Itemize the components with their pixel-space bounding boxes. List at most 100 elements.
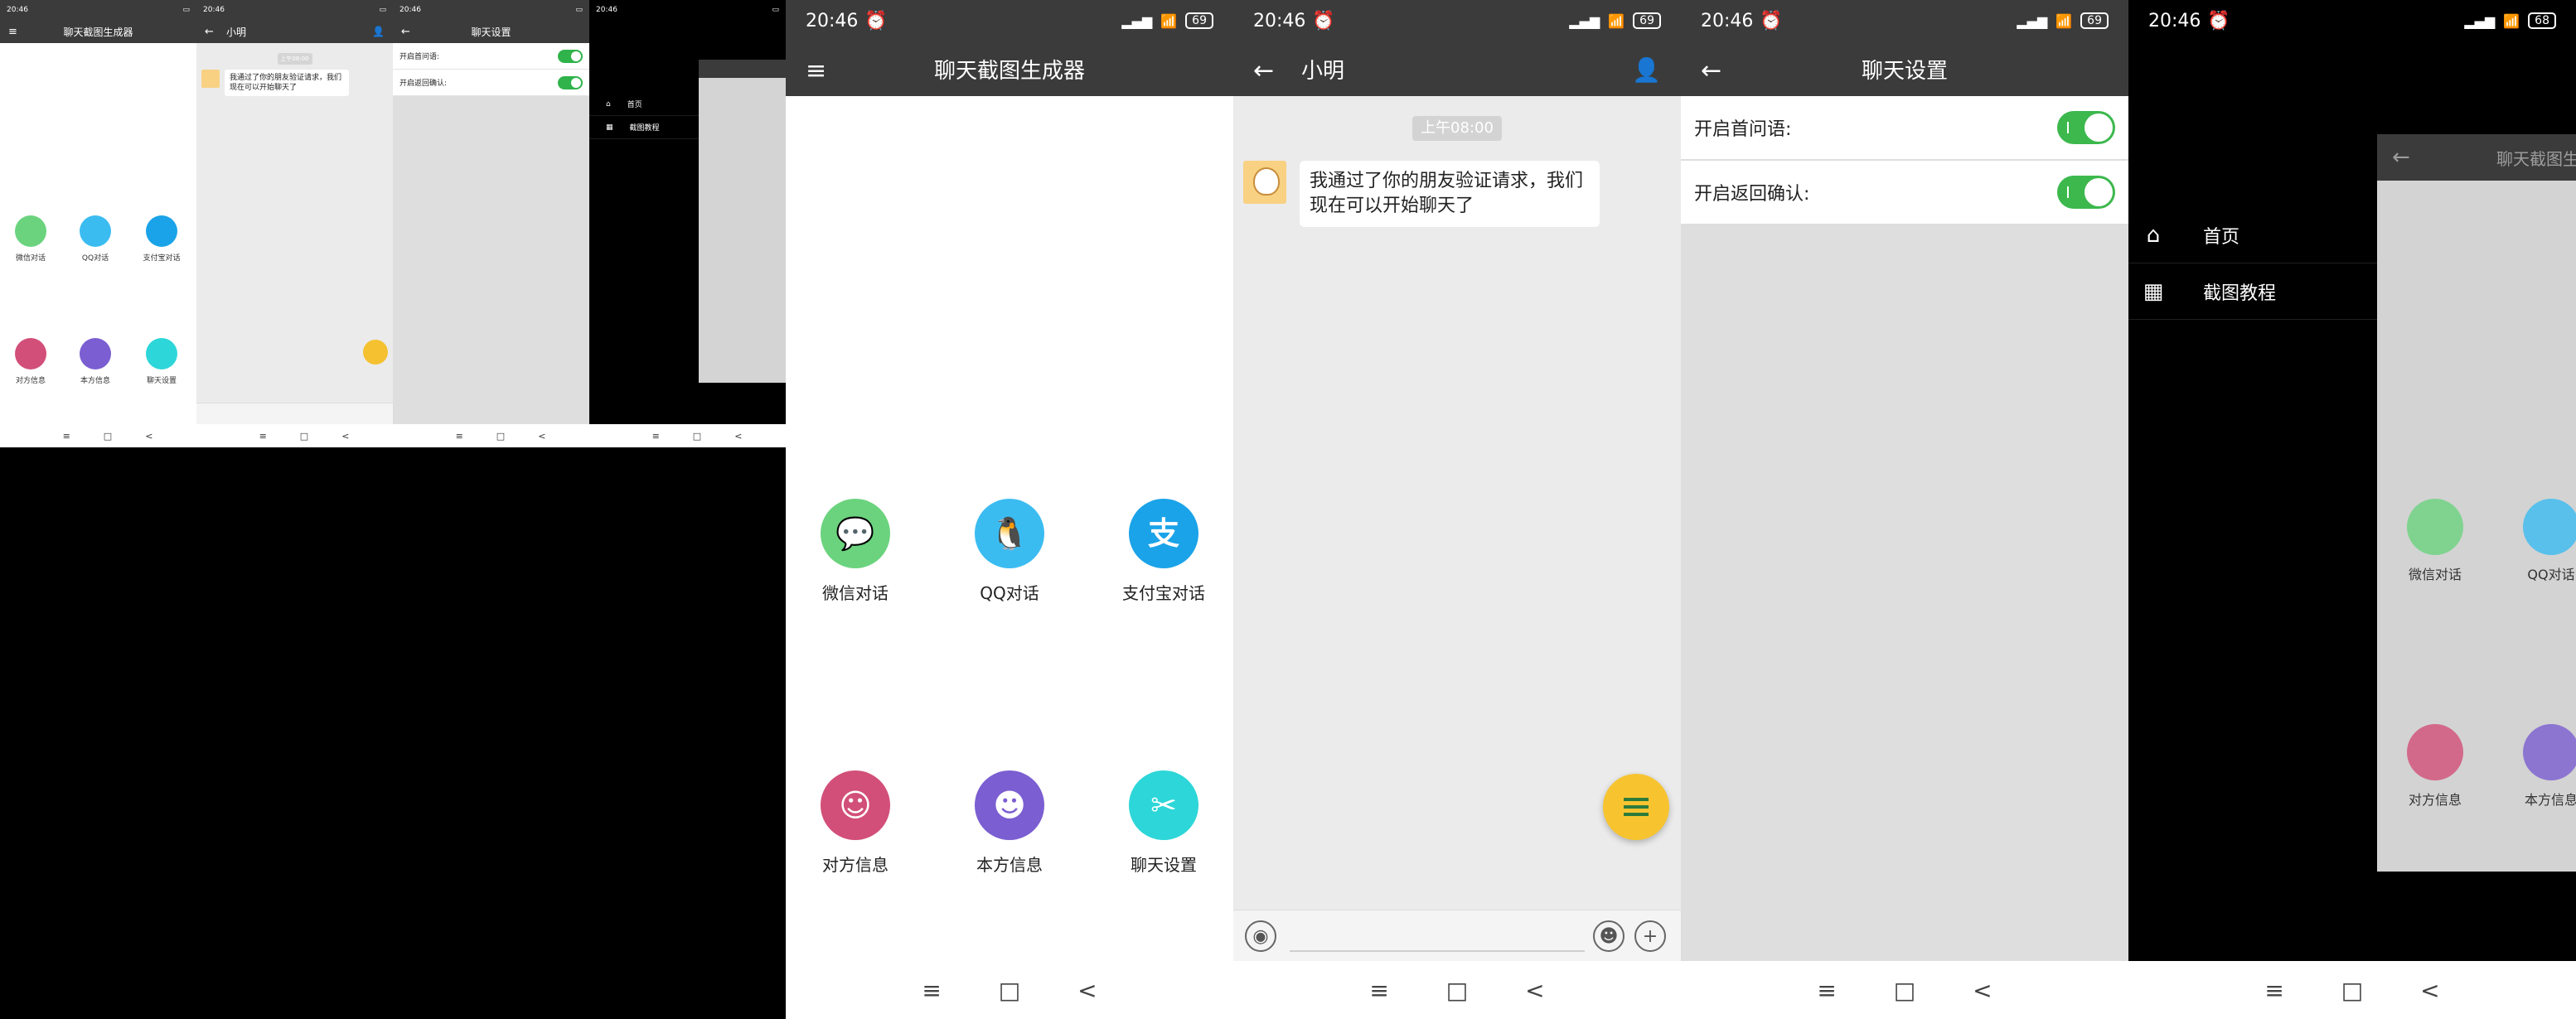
thumb-chat-message: 我通过了你的朋友验证请求，我们现在可以开始聊天了 [201,70,349,96]
alarm-icon: ⏰ [1312,10,1335,31]
nav-back-icon[interactable]: < [1525,977,1544,1004]
avatar[interactable] [1243,161,1286,204]
dimmed-item: 微信对话 [2385,499,2485,583]
dimmed-item: QQ对话 [2501,499,2576,583]
chat-settings-button[interactable]: ✂ 聊天设置 [1097,770,1230,876]
signal-icon: ▂▄▆ [2464,12,2496,29]
battery-icon: 68 [2528,12,2556,29]
screen-home: 20:46 ⏰ ▂▄▆ 📶 69 ≡ 聊天截图生成器 💬 微信对话 🐧 QQ对话 支 … [786,0,1233,1019]
thumb-item-alipay[interactable]: 支付宝对话 [133,215,191,263]
fab-menu-button[interactable] [1603,774,1669,840]
nav-home-icon[interactable]: □ [300,431,308,442]
page-title: 聊天截图生成器 [933,58,1085,84]
signal-icon: ▂▄▆ [1121,12,1153,29]
thumb-chat-time: 上午08:00 [277,53,312,65]
thumb-drawer-item-home[interactable]: ⌂ 首页 [589,93,699,116]
battery-icon: ▭ [772,6,779,14]
alarm-icon: ⏰ [2207,10,2230,31]
plus-icon[interactable]: + [1634,920,1666,952]
menu-icon[interactable]: ≡ [806,56,826,85]
system-nav-bar: ≡ □ < [1681,961,2128,1019]
thumb-toggle[interactable] [558,49,583,63]
battery-icon: ▭ [182,6,190,14]
wechat-chat-button[interactable]: 💬 微信对话 [789,499,922,604]
alipay-chat-button[interactable]: 支 支付宝对话 [1097,499,1230,604]
thumb-setting-row: 开启返回确认: [393,70,589,96]
chat-title: 小明 [1301,58,1345,84]
nav-menu-icon[interactable]: ≡ [63,431,70,442]
thumb-drawer-item-tutorial[interactable]: ▦ 截图教程 [589,116,699,139]
signal-icon: ▂▄▆ [2017,12,2048,29]
nav-back-icon[interactable]: < [1077,977,1097,1004]
nav-back-icon[interactable]: < [538,431,545,442]
nav-menu-icon[interactable]: ≡ [1817,977,1836,1004]
user-profile-icon[interactable]: 👤 [1632,56,1661,84]
home-icon: ⌂ [2146,222,2161,248]
thumb-item-qq[interactable]: QQ对话 [66,215,124,263]
thumb-status-bar: 20:46 ▭ [196,0,393,20]
message-input[interactable] [1290,950,1585,952]
thumb-status-bar: 20:46 ▭ [393,0,589,20]
self-info-button[interactable]: ☻ 本方信息 [943,770,1076,876]
setting-label: 开启返回确认: [1694,184,1810,205]
nav-home-icon[interactable]: □ [1446,977,1468,1004]
nav-home-icon[interactable]: □ [2341,977,2363,1004]
drawer-dimmed-content[interactable]: ← 聊天截图生 微信对话 QQ对话 对方信息 本方信息 [2377,134,2576,872]
qq-chat-button[interactable]: 🐧 QQ对话 [943,499,1076,604]
thumb-fab-button[interactable] [363,340,388,365]
first-greeting-toggle[interactable] [2057,111,2115,144]
thumb-item-self-info[interactable]: 本方信息 [66,338,124,385]
peer-info-button[interactable]: ☺ 对方信息 [789,770,922,876]
nav-home-icon[interactable]: □ [104,431,112,442]
voice-icon[interactable]: ◉ [1245,920,1276,952]
app-bar: ← 聊天设置 [1681,41,2128,96]
back-arrow-icon[interactable]: ← [205,26,214,38]
thumb-item-peer-info[interactable]: 对方信息 [2,338,60,385]
nav-back-icon[interactable]: < [1973,977,1992,1004]
screen-chat: 20:46 ⏰ ▂▄▆ 📶 69 ← 小明 👤 上午08:00 我通过了你的朋友验证请… [1233,0,1681,1019]
nav-back-icon[interactable]: < [2420,977,2439,1004]
nav-home-icon[interactable]: □ [496,431,505,442]
nav-back-icon[interactable]: < [341,431,349,442]
status-bar: 20:46 ⏰ ▂▄▆ 📶 69 [786,0,1233,41]
back-arrow-icon[interactable]: ← [401,26,410,38]
qq-icon: 🐧 [975,499,1044,568]
setting-row-first-greeting: 开启首问语: [1681,96,2128,161]
nav-menu-icon[interactable]: ≡ [1369,977,1388,1004]
nav-menu-icon[interactable]: ≡ [2264,977,2283,1004]
chat-bubble[interactable]: 我通过了你的朋友验证请求，我们现在可以开始聊天了 [1300,161,1600,227]
battery-icon: 69 [2080,12,2109,29]
screen-drawer: 20:46 ⏰ ▂▄▆ 📶 68 ← 聊天截图生 微信对话 QQ对话 对方信息 本方信… [2128,0,2576,1019]
wifi-icon: 📶 [1608,12,1625,29]
nav-menu-icon[interactable]: ≡ [922,977,941,1004]
nav-home-icon[interactable]: □ [1894,977,1915,1004]
menu-icon[interactable]: ≡ [8,26,17,38]
drawer-item-tutorial[interactable]: ▦ 截图教程 [2128,263,2377,320]
thumb-item-chat-settings[interactable]: 聊天设置 [133,338,191,385]
nav-menu-icon[interactable]: ≡ [652,431,660,442]
nav-home-icon[interactable]: □ [693,431,701,442]
peer-avatar-icon: ☺ [821,770,890,840]
thumb-chat-input[interactable] [196,403,393,424]
thumb-topbar: ≡ 聊天截图生成器 [0,20,196,43]
thumb-nav-bar: ≡ □ < [196,424,393,447]
system-nav-bar: ≡ □ < [1233,961,1681,1019]
nav-menu-icon[interactable]: ≡ [456,431,463,442]
app-bar: ≡ 聊天截图生成器 [786,41,1233,96]
emoji-icon[interactable]: ☻ [1593,920,1625,952]
nav-menu-icon[interactable]: ≡ [259,431,267,442]
back-arrow-icon[interactable]: ← [1701,56,1721,85]
user-icon[interactable]: 👤 [372,26,385,37]
thumb-chat-title: 小明 [226,26,247,38]
drawer-item-home[interactable]: ⌂ 首页 [2128,207,2377,263]
status-bar: 20:46 ⏰ ▂▄▆ 📶 68 [2128,0,2576,41]
nav-home-icon[interactable]: □ [999,977,1020,1004]
return-confirm-toggle[interactable] [2057,176,2115,209]
nav-back-icon[interactable]: < [145,431,153,442]
nav-back-icon[interactable]: < [734,431,742,442]
thumb-nav-bar: ≡ □ < [0,424,196,447]
thumb-toggle[interactable] [558,75,583,89]
thumb-item-wechat[interactable]: 微信对话 [2,215,60,263]
back-arrow-icon[interactable]: ← [1253,56,1274,85]
status-time: 20:46 [1701,10,1754,31]
